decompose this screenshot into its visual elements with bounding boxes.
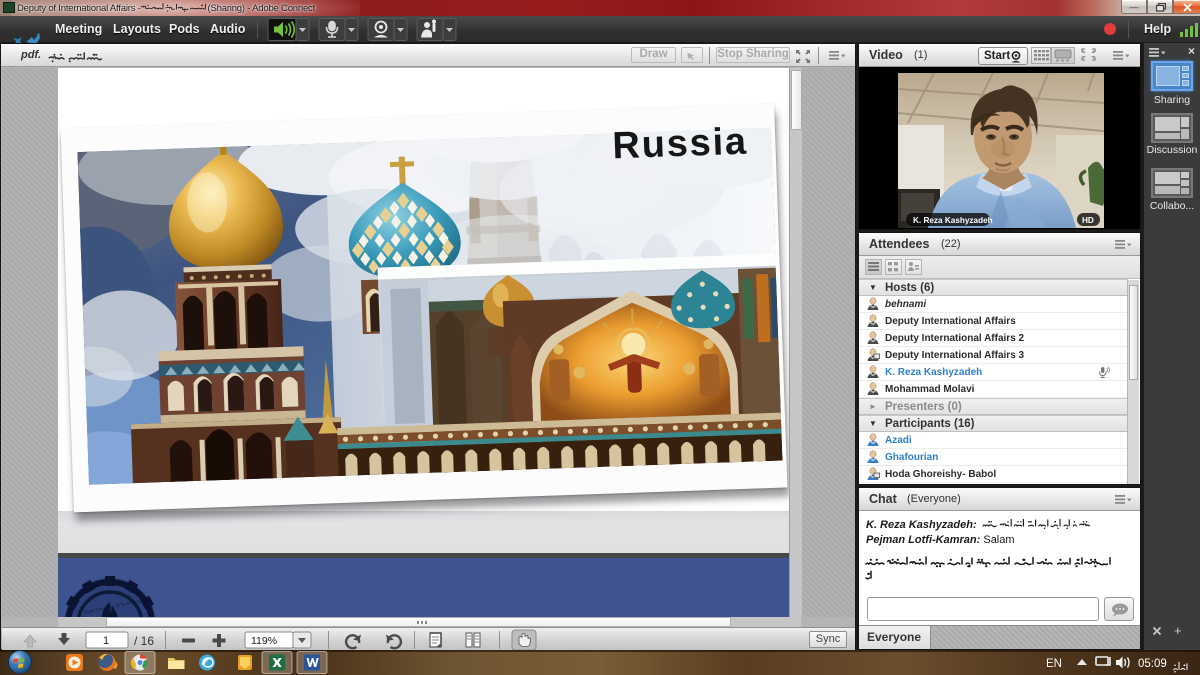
svg-text:HD: HD (1082, 216, 1094, 225)
svg-text:119%: 119% (251, 635, 277, 647)
svg-text:1: 1 (103, 635, 109, 647)
svg-text:05:09: 05:09 (1138, 658, 1167, 670)
svg-text:/ 16: / 16 (134, 634, 154, 648)
svg-text:EN: EN (1046, 658, 1062, 670)
svg-text:K. Reza Kashyzadeh: K. Reza Kashyzadeh (913, 216, 993, 225)
